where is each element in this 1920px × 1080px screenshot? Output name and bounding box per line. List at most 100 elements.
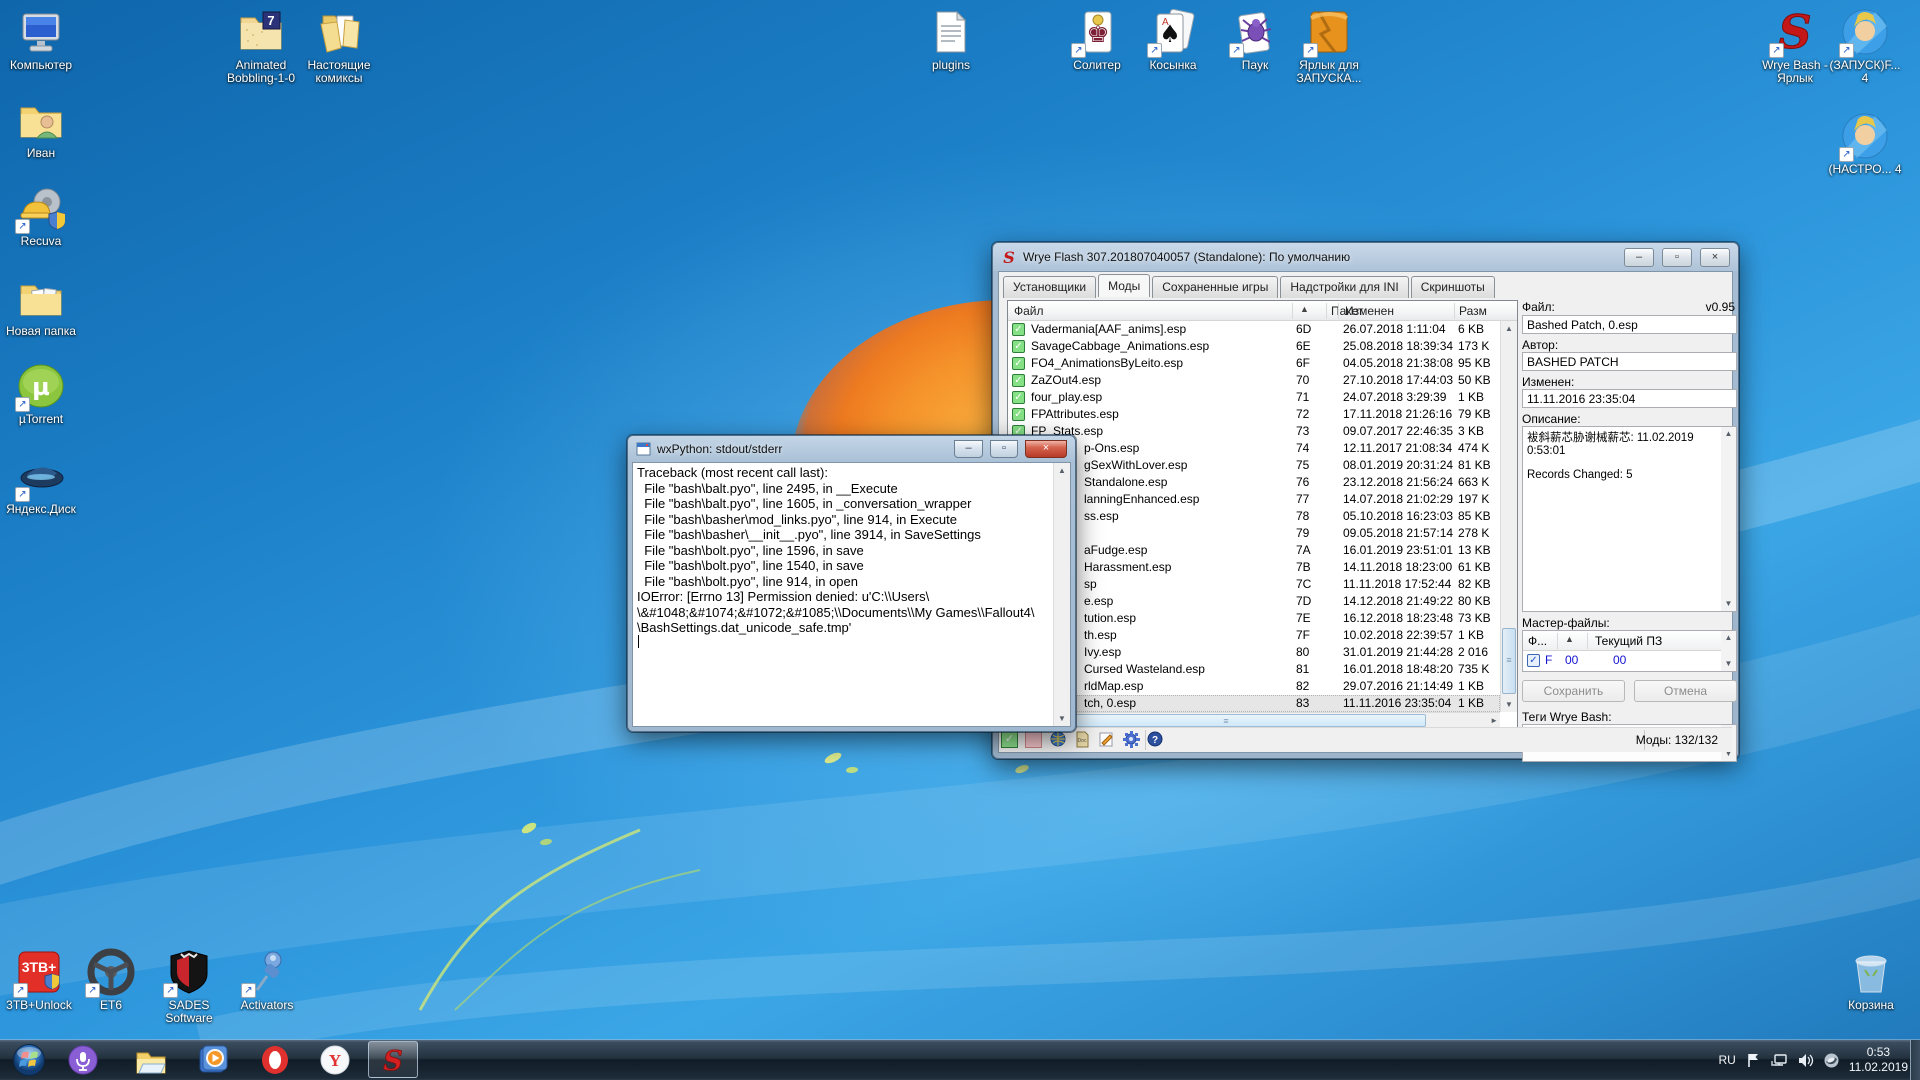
- desktop-icon-sades[interactable]: ↗ SADES Software: [150, 948, 228, 1025]
- desktop-icon-recuva[interactable]: ↗ Recuva: [2, 184, 80, 248]
- close-button[interactable]: ×: [1700, 248, 1730, 267]
- help-icon[interactable]: ?: [1147, 731, 1164, 748]
- gear-icon[interactable]: [1123, 731, 1140, 748]
- tab-installers[interactable]: Установщики: [1003, 276, 1096, 298]
- mod-checkbox[interactable]: ✓: [1012, 391, 1025, 404]
- file-name-input[interactable]: Bashed Patch, 0.esp: [1522, 315, 1737, 334]
- tray-app-icon[interactable]: [1823, 1052, 1840, 1069]
- desktop-icon-ivan[interactable]: Иван: [2, 96, 80, 160]
- close-button[interactable]: ×: [1025, 440, 1067, 458]
- mod-row[interactable]: lanningEnhanced.esp7714.07.2018 21:02:29…: [1008, 491, 1500, 508]
- desktop-icon-fallout-settings[interactable]: ↗ (НАСТРО... 4: [1826, 112, 1904, 176]
- desktop-icon-yandex-disk[interactable]: ↗ Яндекс.Диск: [2, 452, 80, 516]
- masters-header[interactable]: Ф... ▲ Текущий ПЗ: [1523, 631, 1736, 651]
- show-desktop-button[interactable]: [1910, 1040, 1920, 1080]
- mod-list-header-right[interactable]: Изменен Разм: [1338, 301, 1517, 321]
- taskbar-wrye-flash-active[interactable]: S: [368, 1041, 418, 1078]
- wrye-title-bar[interactable]: S Wrye Flash 307.201807040057 (Standalon…: [993, 243, 1738, 271]
- scrollbar-thumb[interactable]: ≡: [1502, 628, 1516, 694]
- desktop-icon-computer[interactable]: Компьютер: [2, 8, 80, 72]
- mod-row[interactable]: gSexWithLover.esp7508.01.2019 20:31:2481…: [1008, 457, 1500, 474]
- desktop-icon-solitaire[interactable]: ♚ ↗ Солитер: [1058, 8, 1136, 72]
- tab-saves[interactable]: Сохраненные игры: [1152, 276, 1278, 298]
- vertical-scrollbar[interactable]: ▲ ▼: [1053, 463, 1070, 726]
- mod-checkbox[interactable]: ✓: [1012, 340, 1025, 353]
- mod-row[interactable]: ✓FO4_AnimationsByLeito.esp6F04.05.2018 2…: [1008, 355, 1500, 372]
- mod-row[interactable]: aFudge.esp7A16.01.2019 23:51:0113 KB: [1008, 542, 1500, 559]
- description-scrollbar[interactable]: ▲▼: [1721, 427, 1736, 611]
- mod-row[interactable]: rldMap.esp8229.07.2016 21:14:491 KB: [1008, 678, 1500, 695]
- desktop-icon-fallout-launch[interactable]: ↗ (ЗАПУСК)F... 4: [1826, 8, 1904, 85]
- mod-checkbox[interactable]: ✓: [1012, 374, 1025, 387]
- network-icon[interactable]: [1771, 1052, 1788, 1069]
- masters-scrollbar[interactable]: ▲▼: [1721, 631, 1736, 671]
- minimize-button[interactable]: –: [1624, 248, 1654, 267]
- mod-row[interactable]: sp7C11.11.2018 17:52:4482 KB: [1008, 576, 1500, 593]
- taskbar-media-player[interactable]: [190, 1040, 236, 1080]
- mod-row[interactable]: th.esp7F10.02.2018 22:39:571 KB: [1008, 627, 1500, 644]
- taskbar-clock[interactable]: 0:53 11.02.2019: [1849, 1045, 1908, 1075]
- desktop-icon-new-folder[interactable]: Новая папка: [2, 274, 80, 338]
- taskbar-voice-assistant[interactable]: [62, 1040, 104, 1080]
- desktop-icon-plugins[interactable]: plugins: [912, 8, 990, 72]
- desktop-icon-wrye-bash[interactable]: S ↗ Wrye Bash - Ярлык: [1756, 8, 1834, 85]
- desktop-icon-klondike[interactable]: ♠A ↗ Косынка: [1134, 8, 1212, 72]
- mod-row[interactable]: ✓SavageCabbage_Animations.esp6E25.08.201…: [1008, 338, 1500, 355]
- desktop-icon-spider[interactable]: ↗ Паук: [1216, 8, 1294, 72]
- desktop-icon-animated-bobbling[interactable]: 7 Animated Bobbling-1-0: [222, 8, 300, 85]
- start-button[interactable]: [8, 1040, 50, 1080]
- description-textarea[interactable]: 袚斜薪芯胁谢械薪芯: 11.02.2019 0:53:01 Records Ch…: [1522, 426, 1737, 612]
- mod-row[interactable]: 7909.05.2018 21:57:14278 K: [1008, 525, 1500, 542]
- console-title-bar[interactable]: wxPython: stdout/stderr – ▫ ×: [628, 436, 1075, 462]
- masters-row[interactable]: ✓ F 00 00: [1523, 651, 1736, 672]
- cancel-button[interactable]: Отмена: [1634, 680, 1737, 702]
- mod-row[interactable]: tch, 0.esp8311.11.2016 23:35:041 KB: [1008, 695, 1500, 712]
- edit-icon[interactable]: [1098, 731, 1115, 748]
- mod-checkbox[interactable]: ✓: [1012, 357, 1025, 370]
- desktop-icon-comics[interactable]: Настоящие комиксы: [300, 8, 378, 85]
- mod-row[interactable]: tution.esp7E16.12.2018 18:23:4873 KB: [1008, 610, 1500, 627]
- maximize-button[interactable]: ▫: [990, 440, 1018, 458]
- mod-row[interactable]: Harassment.esp7B14.11.2018 18:23:0061 KB: [1008, 559, 1500, 576]
- mod-checkbox[interactable]: ✓: [1012, 408, 1025, 421]
- author-input[interactable]: BASHED PATCH: [1522, 352, 1737, 371]
- globe-icon[interactable]: [1050, 731, 1067, 748]
- desktop-icon-activators[interactable]: ↗ Activators: [228, 948, 306, 1012]
- masters-table[interactable]: Ф... ▲ Текущий ПЗ ✓ F 00 00: [1522, 630, 1737, 672]
- modified-input[interactable]: 11.11.2016 23:35:04: [1522, 389, 1737, 408]
- mod-row[interactable]: ✓ZaZOut4.esp7027.10.2018 17:44:0350 KB: [1008, 372, 1500, 389]
- mod-row[interactable]: ss.esp7805.10.2018 16:23:0385 KB: [1008, 508, 1500, 525]
- mod-row[interactable]: Standalone.esp7623.12.2018 21:56:24663 K: [1008, 474, 1500, 491]
- vertical-scrollbar[interactable]: ▲ ≡ ▼: [1500, 321, 1517, 712]
- volume-icon[interactable]: [1797, 1052, 1814, 1069]
- mod-row[interactable]: e.esp7D14.12.2018 21:49:2280 KB: [1008, 593, 1500, 610]
- desktop-icon-launch-shortcut[interactable]: ↗ Ярлык для ЗАПУСКА...: [1290, 8, 1368, 85]
- taskbar-yandex-browser[interactable]: Y: [314, 1040, 356, 1080]
- mod-row[interactable]: p-Ons.esp7412.11.2017 21:08:34474 K: [1008, 440, 1500, 457]
- checkbox-unchecked-icon[interactable]: [1025, 731, 1042, 748]
- desktop-icon-recycle-bin[interactable]: Корзина: [1832, 948, 1910, 1012]
- action-center-flag-icon[interactable]: [1745, 1052, 1762, 1069]
- mod-row[interactable]: Ivy.esp8031.01.2019 21:44:282 016: [1008, 644, 1500, 661]
- checkbox-checked-icon[interactable]: ✓: [1001, 731, 1018, 748]
- tab-screenshots[interactable]: Скриншоты: [1411, 276, 1495, 298]
- taskbar-explorer[interactable]: [128, 1040, 174, 1080]
- mod-row[interactable]: ✓FPAttributes.esp7217.11.2018 21:26:1679…: [1008, 406, 1500, 423]
- minimize-button[interactable]: –: [954, 440, 983, 458]
- save-button[interactable]: Сохранить: [1522, 680, 1625, 702]
- doc-icon[interactable]: Doc: [1074, 731, 1091, 748]
- mod-row[interactable]: Cursed Wasteland.esp8116.01.2018 18:48:2…: [1008, 661, 1500, 678]
- desktop-icon-3tb-unlock[interactable]: 3ТВ+ ↗ 3ТВ+Unlock: [0, 948, 78, 1012]
- desktop-icon-utorrent[interactable]: µ ↗ µTorrent: [2, 362, 80, 426]
- desktop-icon-et6[interactable]: ↗ ET6: [72, 948, 150, 1012]
- mod-row[interactable]: ✓Vadermania[AAF_anims].esp6D26.07.2018 1…: [1008, 321, 1500, 338]
- mod-checkbox[interactable]: ✓: [1012, 323, 1025, 336]
- maximize-button[interactable]: ▫: [1662, 248, 1692, 267]
- mod-row[interactable]: ✓four_play.esp7124.07.2018 3:29:391 KB: [1008, 389, 1500, 406]
- language-indicator[interactable]: RU: [1718, 1053, 1735, 1067]
- horizontal-scrollbar[interactable]: ◄ ≡ ►: [1008, 712, 1500, 728]
- console-text[interactable]: Traceback (most recent call last): File …: [637, 465, 1049, 724]
- scrollbar-thumb[interactable]: ≡: [1026, 714, 1426, 727]
- taskbar-opera[interactable]: [252, 1040, 298, 1080]
- mod-row[interactable]: ✓FP_Stats.esp7309.07.2017 22:46:353 KB: [1008, 423, 1500, 440]
